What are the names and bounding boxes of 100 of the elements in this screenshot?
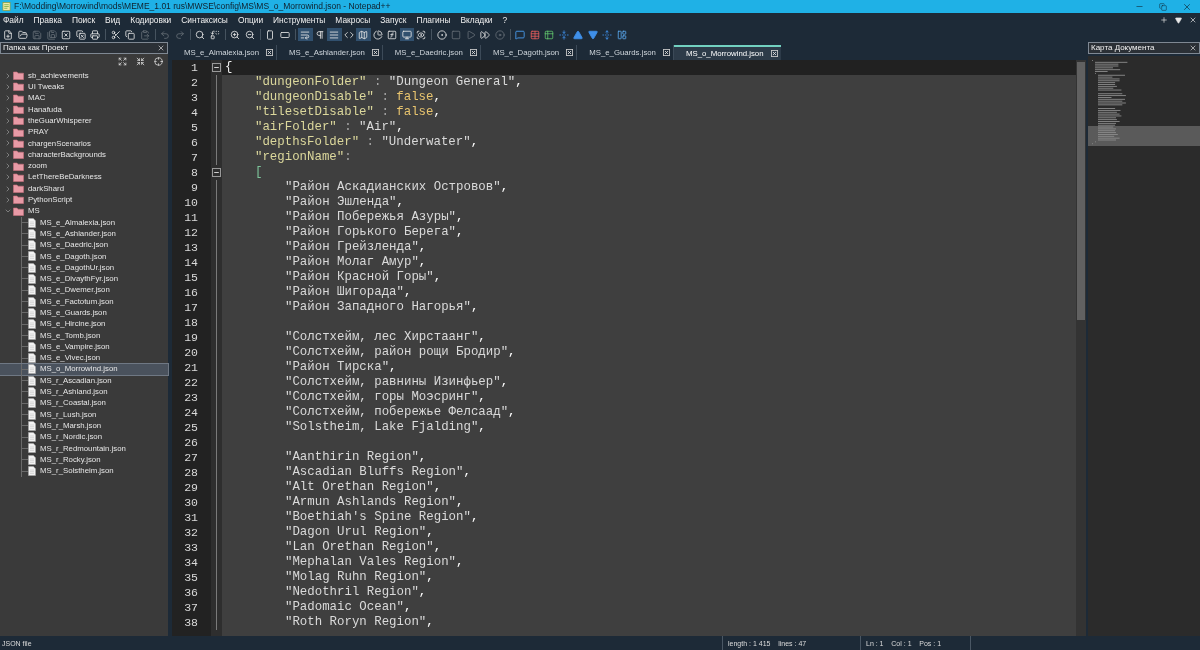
code-line: "Солстхейм, лес Хирстаанг", [285,330,486,345]
chevron-icon[interactable] [4,173,12,182]
toolbar-button[interactable] [356,28,371,41]
close-file-icon [61,29,72,40]
scan-eye-icon [416,29,427,40]
undo-icon [160,29,171,40]
chevron-icon[interactable] [4,195,12,204]
menu-item[interactable]: Правка [32,15,63,25]
chevron-icon[interactable] [4,94,12,103]
menu-item[interactable]: Синтаксисы [180,15,229,25]
menu-item[interactable]: Вид [104,15,122,25]
code-line: "Район Аскадианских Островов", [285,180,509,195]
menu-item[interactable]: Плагины [415,15,452,25]
code-line: "Lan Orethan Region", [285,540,442,555]
menu-item[interactable]: Инструменты [272,15,327,25]
menu-item[interactable]: Кодировки [129,15,173,25]
line-number: 16 [183,286,198,299]
toolbar-button[interactable] [370,28,385,41]
collapse-icon[interactable] [136,56,145,66]
open-folder-icon [17,29,28,40]
code-icon [343,29,354,40]
expand-icon[interactable] [118,56,127,66]
chevron-icon[interactable] [4,150,12,159]
code-line: "Район Побережья Азуры", [285,210,464,225]
record-icon [436,29,447,40]
plus-icon[interactable] [1160,16,1168,24]
toolbar-button[interactable] [571,28,586,41]
close-icon[interactable] [770,50,778,57]
toolbar-button[interactable] [123,28,138,41]
zoom-in-icon [230,29,241,40]
chevron-icon[interactable] [4,71,12,80]
line-number: 11 [183,211,198,224]
menu-item[interactable]: Опции [236,15,265,25]
stop-icon [451,29,462,40]
folder-icon [13,127,24,137]
menu-item[interactable]: Макросы [334,15,372,25]
line-number: 38 [183,616,198,629]
toolbar-button[interactable] [73,28,88,41]
down-triangle-icon [587,29,598,40]
close-icon[interactable] [266,49,273,56]
chevron-icon[interactable] [4,184,12,193]
folder-icon [13,116,24,126]
close-all-icon [75,29,86,40]
chevron-icon[interactable] [4,162,12,170]
paste-icon [139,29,150,40]
panel-layout-icon [616,29,627,40]
line-number: 30 [183,496,198,509]
toolbar-button[interactable] [478,28,493,41]
code-line: "Район Красной Горы", [285,270,442,285]
down-triangle-icon[interactable] [1175,16,1182,24]
copy-icon [125,29,136,40]
crosshair-icon[interactable] [154,56,163,66]
wrap-text-icon [300,29,311,40]
toolbar-button[interactable] [585,28,600,41]
pie-chart-icon [372,29,383,40]
fold-icon[interactable] [212,168,221,177]
code-line: "Район Тирска", [285,360,397,375]
close-icon[interactable] [157,44,165,52]
scrollbar[interactable] [1076,60,1086,636]
save-all-icon [46,29,57,40]
toolbar-button[interactable] [15,28,30,41]
close-icon[interactable] [566,49,574,56]
save-icon [32,29,43,40]
code-line: "Район Горького Берега", [285,225,464,240]
code-line: "Solstheim, Lake Fjalding", [285,420,486,435]
folder-icon [13,71,24,81]
toolbar-button[interactable] [434,28,449,41]
close-icon[interactable] [371,49,379,56]
line-number: 7 [190,151,198,164]
toolbar-button[interactable] [399,28,414,41]
line-number: 3 [190,91,198,104]
menu-item[interactable]: Вкладки [459,15,494,25]
new-file-icon [3,29,14,40]
pilcrow-icon [314,29,325,40]
folder-icon [13,82,24,92]
code-line: "airFolder" : "Air", [255,120,404,135]
close-icon[interactable] [662,49,670,56]
scissors-icon [110,29,121,40]
menu-item[interactable]: Запуск [379,15,408,25]
line-number: 21 [183,361,198,374]
code-line: "Ascadian Bluffs Region", [285,465,471,480]
menu-item[interactable]: Файл [2,15,25,25]
chevron-icon[interactable] [4,128,12,137]
line-number: 14 [183,256,198,269]
replace-icon [209,29,220,40]
toolbar-button[interactable] [88,28,103,41]
fold-icon[interactable] [212,63,221,72]
menu-item[interactable]: ? [501,15,509,25]
play-icon [465,29,476,40]
line-number: 18 [183,316,198,329]
chevron-icon[interactable] [4,105,12,114]
close-icon[interactable] [469,49,477,56]
chevron-icon[interactable] [4,82,12,91]
chevron-icon[interactable] [4,139,12,148]
chevron-icon[interactable] [4,116,12,125]
menu-item[interactable]: Поиск [70,15,97,25]
close-icon[interactable] [1189,44,1197,52]
line-number: 23 [183,391,198,404]
scrollbar-thumb[interactable] [1077,62,1085,320]
close-icon[interactable] [1189,16,1197,24]
